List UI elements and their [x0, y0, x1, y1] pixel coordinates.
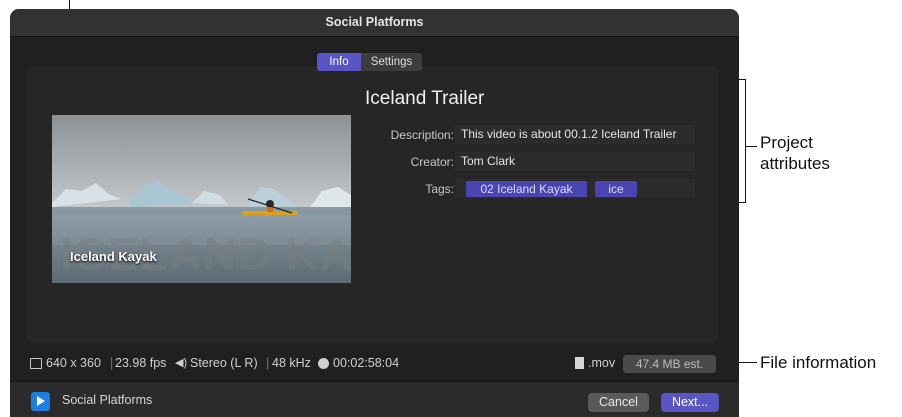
- file-extension: .mov: [588, 356, 616, 370]
- project-title[interactable]: Iceland Trailer: [365, 88, 484, 110]
- file-size-estimate: 47.4 MB est.: [623, 355, 716, 373]
- description-label: Description:: [390, 128, 454, 142]
- clock-icon: [318, 358, 329, 369]
- creator-field[interactable]: Tom Clark: [455, 152, 695, 171]
- bracket-bottom: [738, 202, 746, 203]
- duration-value: 00:02:58:04: [333, 356, 400, 370]
- bracket-top: [738, 79, 746, 80]
- cancel-button[interactable]: Cancel: [588, 393, 649, 412]
- creator-label: Creator:: [410, 155, 454, 169]
- frame-rate-value: 23.98 fps: [115, 356, 167, 370]
- tags-label: Tags:: [425, 182, 454, 196]
- description-field[interactable]: This video is about 00.1.2 Iceland Trail…: [455, 125, 695, 144]
- resolution-icon: [30, 358, 42, 369]
- callout-file-information: File information: [760, 353, 877, 372]
- speaker-icon: ◀): [175, 357, 188, 369]
- document-icon: [575, 357, 584, 369]
- tab-info[interactable]: Info: [317, 53, 361, 71]
- bracket-vertical: [745, 79, 746, 203]
- callout-project-attributes: Project attributes: [760, 133, 830, 173]
- sample-rate-value: 48 kHz: [272, 356, 311, 370]
- tag-token[interactable]: 02 Iceland Kayak: [466, 181, 587, 197]
- tab-bar: Info Settings: [317, 53, 422, 71]
- share-dialog: Social Platforms Info Settings Iceland T…: [10, 9, 739, 417]
- thumbnail-caption: Iceland Kayak: [70, 249, 157, 264]
- video-thumbnail: ICELAND KAYAK Iceland Kayak: [52, 115, 351, 283]
- dialog-title: Social Platforms: [10, 9, 739, 37]
- separator: |: [110, 356, 114, 370]
- audio-channels-value: Stereo (L R): [190, 356, 258, 370]
- separator: |: [266, 356, 270, 370]
- bracket-leader: [745, 146, 757, 147]
- tag-token[interactable]: ice: [595, 181, 637, 197]
- resolution-value: 640 x 360: [46, 356, 101, 370]
- destination-name: Social Platforms: [62, 393, 153, 407]
- dialog-footer: Social Platforms Cancel Next...: [10, 381, 739, 417]
- next-button[interactable]: Next...: [661, 393, 719, 412]
- tab-settings[interactable]: Settings: [361, 53, 422, 71]
- file-info-bar: 640 x 360 | 23.98 fps ◀) Stereo (L R) | …: [10, 353, 739, 375]
- destination-icon: [31, 392, 50, 411]
